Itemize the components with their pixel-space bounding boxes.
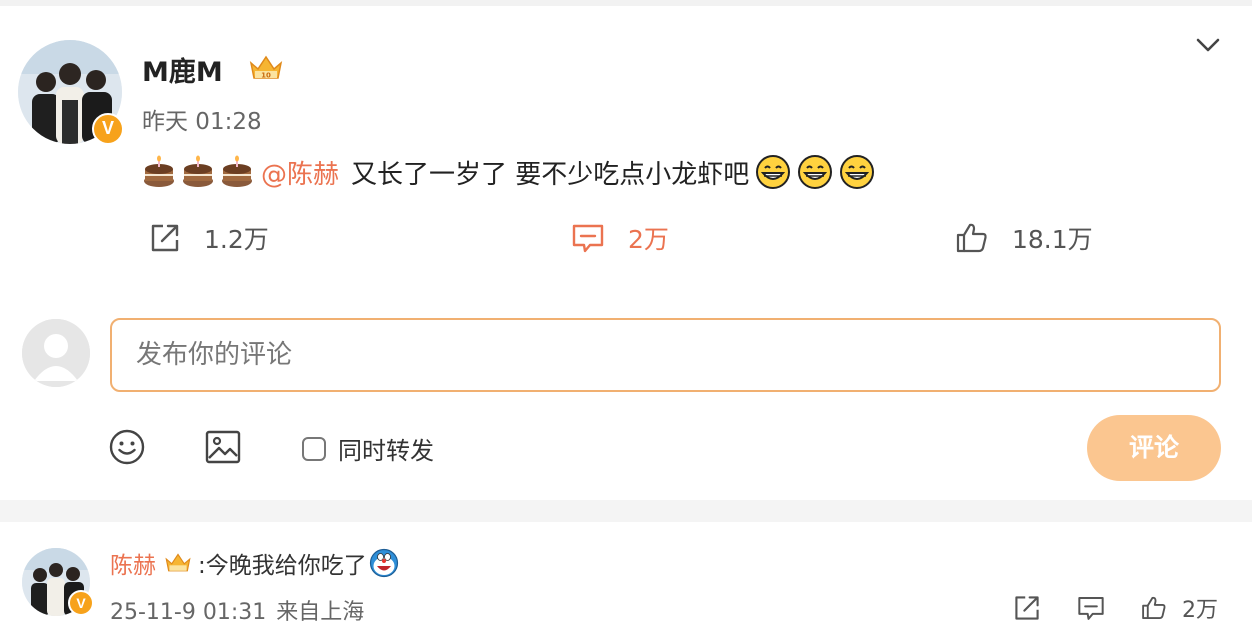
reply-repost-button[interactable] bbox=[1012, 592, 1042, 624]
doraemon-emoji-icon bbox=[369, 548, 398, 578]
reply-author-name[interactable]: 陈赫 bbox=[110, 546, 156, 580]
thumbs-up-icon bbox=[956, 223, 987, 253]
reply-location: 来自上海 bbox=[276, 600, 365, 625]
reply-like-count: 2万 bbox=[1182, 598, 1218, 623]
grinning-emoji-icon bbox=[840, 155, 875, 189]
post-timestamp: 昨天 01:28 bbox=[142, 109, 262, 135]
emoji-icon[interactable] bbox=[108, 428, 146, 466]
top-divider bbox=[0, 0, 1252, 6]
viewer-avatar bbox=[22, 319, 90, 387]
like-count: 18.1万 bbox=[1012, 225, 1093, 254]
reply-content: 陈赫 :今晚我给你吃了 bbox=[110, 546, 399, 580]
verified-badge-icon: V bbox=[92, 113, 124, 145]
crown-icon: 10 bbox=[249, 55, 283, 80]
cake-emoji-icon bbox=[222, 155, 252, 187]
section-divider bbox=[0, 500, 1252, 522]
reply-meta: 25-11-9 01:31 来自上海 bbox=[110, 594, 374, 626]
svg-text:10: 10 bbox=[261, 72, 271, 80]
post-author-name[interactable]: M鹿M bbox=[142, 50, 223, 89]
thumbs-up-icon bbox=[1142, 596, 1166, 620]
cake-emoji-icon bbox=[183, 155, 213, 187]
cake-emoji-icon bbox=[144, 155, 174, 187]
reply-like-button[interactable]: 2万 bbox=[1140, 592, 1218, 624]
comment-icon bbox=[1078, 597, 1104, 620]
forward-checkbox[interactable]: 同时转发 bbox=[302, 431, 434, 466]
submit-comment-button[interactable]: 评论 bbox=[1087, 415, 1221, 481]
repost-icon bbox=[1015, 596, 1039, 620]
post-content: @陈赫 又长了一岁了 要不少吃点小龙虾吧 bbox=[142, 150, 875, 194]
image-icon[interactable] bbox=[204, 428, 242, 466]
checkbox-box[interactable] bbox=[302, 436, 326, 461]
forward-label: 同时转发 bbox=[338, 437, 434, 465]
crown-icon bbox=[165, 553, 191, 572]
grinning-emoji-icon bbox=[756, 155, 791, 189]
reply-comment-button[interactable] bbox=[1076, 592, 1106, 624]
grinning-emoji-icon bbox=[798, 155, 833, 189]
repost-count: 1.2万 bbox=[204, 225, 269, 254]
reply-date: 25-11-9 01:31 bbox=[110, 600, 267, 625]
comment-input[interactable]: 发布你的评论 bbox=[110, 318, 1221, 392]
comment-count: 2万 bbox=[628, 225, 669, 254]
reply-text: :今晚我给你吃了 bbox=[198, 553, 367, 579]
repost-button[interactable]: 1.2万 bbox=[148, 218, 269, 258]
like-button[interactable]: 18.1万 bbox=[954, 218, 1093, 258]
chevron-down-icon[interactable] bbox=[1194, 35, 1222, 55]
mention-link[interactable]: @陈赫 bbox=[261, 154, 339, 191]
verified-badge-icon: V bbox=[68, 590, 94, 616]
repost-icon bbox=[151, 224, 179, 252]
comment-button[interactable]: 2万 bbox=[570, 218, 669, 258]
comment-icon bbox=[572, 224, 604, 253]
post-text: 又长了一岁了 要不少吃点小龙虾吧 bbox=[351, 159, 750, 190]
